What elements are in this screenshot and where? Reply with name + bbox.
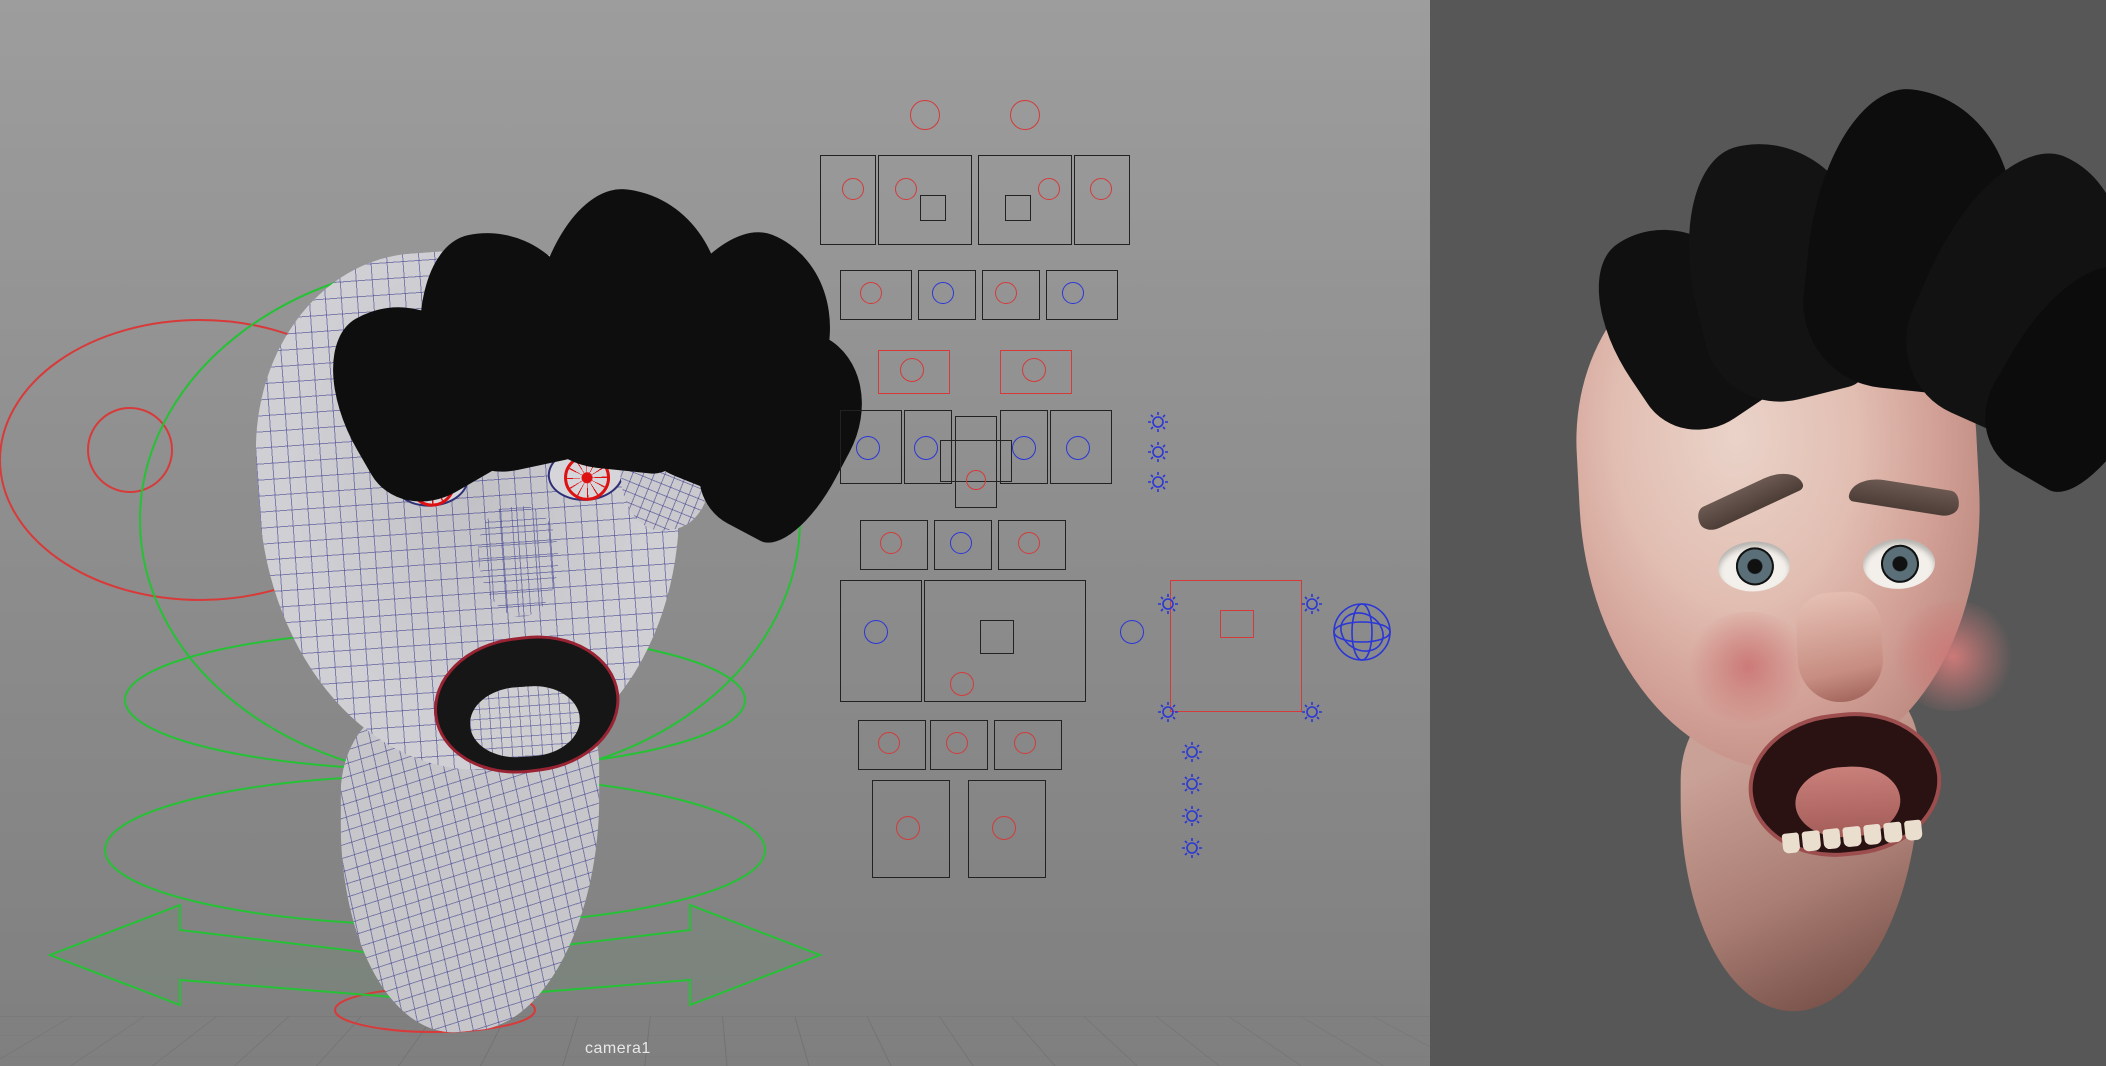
- gear-icon[interactable]: [1180, 804, 1204, 828]
- gear-icon[interactable]: [1300, 592, 1324, 616]
- gear-icon[interactable]: [1156, 592, 1180, 616]
- gear-icon[interactable]: [1146, 410, 1170, 434]
- picker-handle[interactable]: [1090, 178, 1112, 200]
- picker-handle[interactable]: [966, 470, 986, 490]
- picker-handle[interactable]: [1120, 620, 1144, 644]
- picker-handle[interactable]: [946, 732, 968, 754]
- render-eyebrow: [1694, 465, 1805, 535]
- picker-brow-top-r[interactable]: [1010, 100, 1040, 130]
- camera-label: camera1: [585, 1040, 651, 1058]
- eye-target-icon[interactable]: [562, 453, 611, 502]
- viewport-panel[interactable]: CC CC C: [0, 0, 1430, 1066]
- picker-handle[interactable]: [1066, 436, 1090, 460]
- picker-handle[interactable]: [842, 178, 864, 200]
- picker-handle[interactable]: [856, 436, 880, 460]
- picker-handle[interactable]: [864, 620, 888, 644]
- render-eye: [1717, 540, 1792, 594]
- picker-handle[interactable]: [878, 732, 900, 754]
- picker-handle[interactable]: [932, 282, 954, 304]
- nose-mesh: [475, 504, 562, 619]
- picker-handle[interactable]: [992, 816, 1016, 840]
- render-blush: [1885, 598, 2021, 715]
- gear-icon[interactable]: [1180, 772, 1204, 796]
- picker-handle[interactable]: [895, 178, 917, 200]
- eye-left: [391, 450, 471, 509]
- picker-handle[interactable]: [860, 282, 882, 304]
- picker-handle[interactable]: [914, 436, 938, 460]
- rendered-head: [1510, 90, 2030, 990]
- gear-icon[interactable]: [1180, 836, 1204, 860]
- gear-icon[interactable]: [1180, 740, 1204, 764]
- face-picker-panel[interactable]: [800, 100, 1400, 920]
- gear-icon[interactable]: [1146, 470, 1170, 494]
- picker-handle[interactable]: [880, 532, 902, 554]
- picker-handle[interactable]: [896, 816, 920, 840]
- gear-icon[interactable]: [1300, 700, 1324, 724]
- picker-inner[interactable]: [980, 620, 1014, 654]
- picker-brow-box[interactable]: [820, 155, 876, 245]
- picker-handle[interactable]: [1038, 178, 1060, 200]
- render-panel: [1430, 0, 2106, 1066]
- picker-handle[interactable]: [1062, 282, 1084, 304]
- picker-handle[interactable]: [995, 282, 1017, 304]
- eye-right: [546, 444, 626, 503]
- picker-jaw-box[interactable]: [1170, 580, 1302, 712]
- picker-handle[interactable]: [1012, 436, 1036, 460]
- render-hair: [1610, 90, 2106, 450]
- picker-handle[interactable]: [950, 532, 972, 554]
- picker-handle[interactable]: [1014, 732, 1036, 754]
- render-eye: [1862, 537, 1937, 591]
- render-eyebrow: [1848, 475, 1961, 518]
- render-nose: [1794, 590, 1885, 704]
- picker-handle[interactable]: [1022, 358, 1046, 382]
- picker-handle[interactable]: [950, 672, 974, 696]
- picker-brow-top-l[interactable]: [910, 100, 940, 130]
- app-root: CC CC C: [0, 0, 2106, 1066]
- eyebrow-left: [362, 368, 485, 451]
- picker-inner[interactable]: [1005, 195, 1031, 221]
- sphere-control-icon[interactable]: [1330, 600, 1394, 664]
- gear-icon[interactable]: [1146, 440, 1170, 464]
- picker-inner[interactable]: [920, 195, 946, 221]
- picker-handle[interactable]: [1018, 532, 1040, 554]
- gear-icon[interactable]: [1156, 700, 1180, 724]
- eye-target-icon[interactable]: [408, 459, 457, 508]
- picker-brow-box[interactable]: [1074, 155, 1130, 245]
- picker-handle[interactable]: [900, 358, 924, 382]
- character-head-wireframe[interactable]: [190, 180, 730, 1000]
- floor-grid: [0, 1017, 1430, 1066]
- picker-jaw-inner[interactable]: [1220, 610, 1254, 638]
